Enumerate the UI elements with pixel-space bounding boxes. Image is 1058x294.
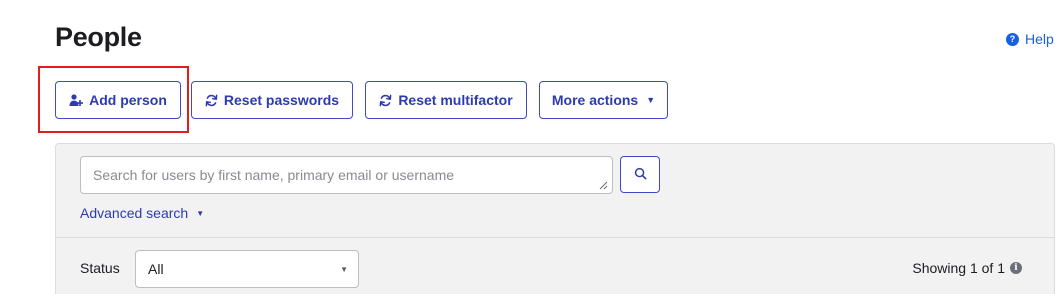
showing-text: Showing 1 of 1 xyxy=(912,260,1005,276)
reset-multifactor-label: Reset multifactor xyxy=(398,92,513,108)
help-label: Help xyxy=(1025,31,1054,47)
caret-down-icon: ▼ xyxy=(196,208,205,218)
more-actions-button[interactable]: More actions ▼ xyxy=(539,81,668,119)
add-person-button[interactable]: Add person xyxy=(55,81,181,119)
refresh-icon xyxy=(205,94,218,107)
page-title: People xyxy=(55,22,142,52)
resize-grip-icon[interactable] xyxy=(598,180,608,190)
search-panel: Advanced search ▼ Status All ▼ Showing 1… xyxy=(55,143,1055,294)
advanced-search-link[interactable]: Advanced search ▼ xyxy=(80,205,204,221)
more-actions-label: More actions xyxy=(551,92,639,108)
add-person-label: Add person xyxy=(89,92,167,108)
status-filter-select[interactable]: All ▼ xyxy=(135,250,359,288)
refresh-icon xyxy=(379,94,392,107)
help-link[interactable]: ? Help xyxy=(1006,31,1054,47)
advanced-search-label: Advanced search xyxy=(80,205,189,221)
question-circle-icon: ? xyxy=(1006,32,1019,46)
search-input[interactable] xyxy=(80,156,613,194)
reset-passwords-label: Reset passwords xyxy=(223,92,340,108)
info-icon[interactable]: i xyxy=(1010,262,1022,274)
reset-multifactor-button[interactable]: Reset multifactor xyxy=(365,81,527,119)
caret-down-icon: ▼ xyxy=(340,265,348,274)
people-page: People ? Help Add person Reset passwords xyxy=(0,0,1058,294)
add-person-icon xyxy=(69,93,84,107)
search-button[interactable] xyxy=(620,156,660,193)
search-icon xyxy=(634,167,647,183)
results-count: Showing 1 of 1 i xyxy=(912,260,1022,276)
status-filter-value: All xyxy=(148,261,164,277)
status-filter-label: Status xyxy=(80,260,120,276)
reset-passwords-button[interactable]: Reset passwords xyxy=(191,81,353,119)
panel-divider xyxy=(56,237,1054,238)
caret-down-icon: ▼ xyxy=(646,95,656,105)
